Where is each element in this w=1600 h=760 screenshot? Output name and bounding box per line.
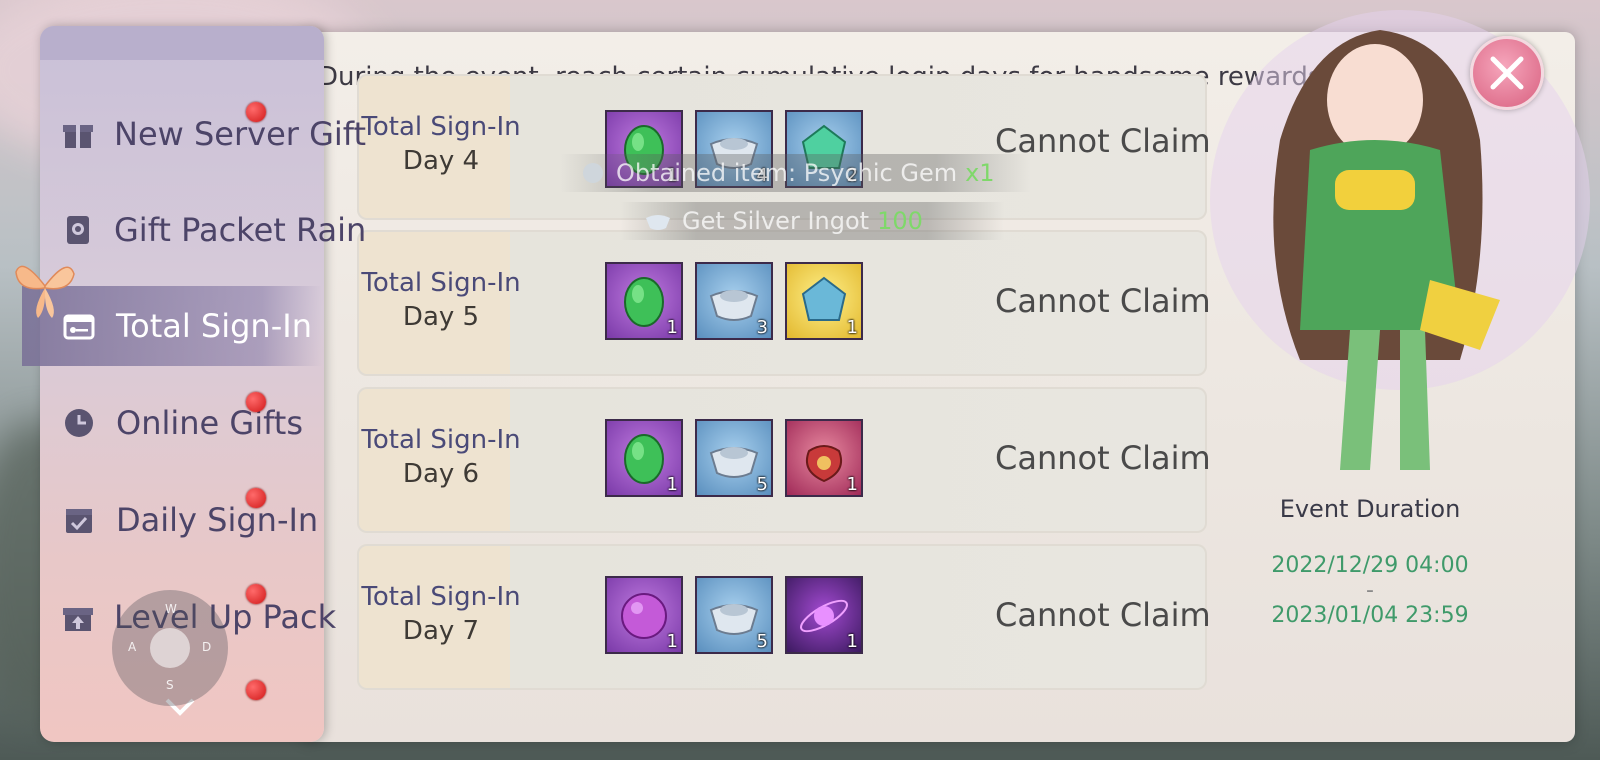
joystick-key-down: S <box>166 678 174 692</box>
silver-ingot-item-icon[interactable]: 5 <box>695 419 773 497</box>
reward-row-day-4: Total Sign-In Day 4 1 4 2 Cannot Claim <box>357 74 1211 220</box>
joystick-knob[interactable] <box>150 628 190 668</box>
item-obtained-toast: Obtained item: Psychic Gem x1 <box>560 154 1030 192</box>
silver-ingot-icon <box>646 215 670 230</box>
packet-icon <box>62 213 94 247</box>
day-label: Total Sign-In Day 4 <box>361 112 521 176</box>
close-icon <box>1490 56 1524 90</box>
sidebar-item-gift-packet-rain[interactable]: Gift Packet Rain <box>40 190 366 270</box>
notification-dot <box>246 392 266 412</box>
event-duration-panel: Event Duration 2022/12/29 04:00 - 2023/0… <box>1245 495 1495 633</box>
claim-status[interactable]: Cannot Claim <box>995 596 1211 634</box>
magic-egg-item-icon[interactable]: 1 <box>605 262 683 340</box>
close-button[interactable] <box>1470 36 1544 110</box>
joystick-key-up: W <box>165 602 177 616</box>
event-end-date: 2023/01/04 23:59 <box>1271 603 1469 628</box>
reward-row-day-5: Total Sign-In Day 5 1 3 1 Cannot Claim <box>357 230 1211 376</box>
joystick-key-left: A <box>128 640 137 654</box>
event-duration-heading: Event Duration <box>1279 495 1461 523</box>
sidebar-header <box>40 26 324 60</box>
gift-box-icon <box>62 117 94 151</box>
star-upgrade-item-icon[interactable]: 1 <box>785 576 863 654</box>
clock-icon <box>62 406 96 440</box>
reward-row-day-6: Total Sign-In Day 6 1 5 1 Cannot Claim <box>357 387 1211 533</box>
notification-dot <box>246 584 266 604</box>
sidebar-item-online-gifts[interactable]: Online Gifts <box>40 383 324 463</box>
reward-row-day-7: Total Sign-In Day 7 1 5 1 Cannot Claim <box>357 544 1211 690</box>
psychic-gem-icon <box>583 163 603 183</box>
notification-dot <box>246 102 266 122</box>
magic-egg-item-icon[interactable]: 1 <box>605 419 683 497</box>
sidebar-item-new-server-gift[interactable]: New Server Gift <box>40 94 366 174</box>
joystick-key-right: D <box>202 640 212 654</box>
day-label: Total Sign-In Day 6 <box>361 425 521 489</box>
gift-arrow-icon <box>62 600 94 634</box>
silver-ingot-toast: Get Silver Ingot 100 <box>620 202 1004 240</box>
psychic-gem-item-icon[interactable]: 1 <box>785 262 863 340</box>
event-date-separator: - <box>1366 578 1374 603</box>
day-label: Total Sign-In Day 7 <box>361 582 521 646</box>
notification-dot <box>246 488 266 508</box>
butterfly-icon <box>12 252 78 322</box>
lucky-pouch-item-icon[interactable]: 1 <box>785 419 863 497</box>
silver-ingot-item-icon[interactable]: 3 <box>695 262 773 340</box>
guild-orb-item-icon[interactable]: 1 <box>605 576 683 654</box>
virtual-joystick[interactable]: W A D S <box>112 590 228 706</box>
sidebar-item-daily-sign-in[interactable]: Daily Sign-In <box>40 480 324 560</box>
notification-dot <box>246 680 266 700</box>
silver-ingot-item-icon[interactable]: 5 <box>695 576 773 654</box>
calendar-check-icon <box>62 503 96 537</box>
day-label: Total Sign-In Day 5 <box>361 268 521 332</box>
